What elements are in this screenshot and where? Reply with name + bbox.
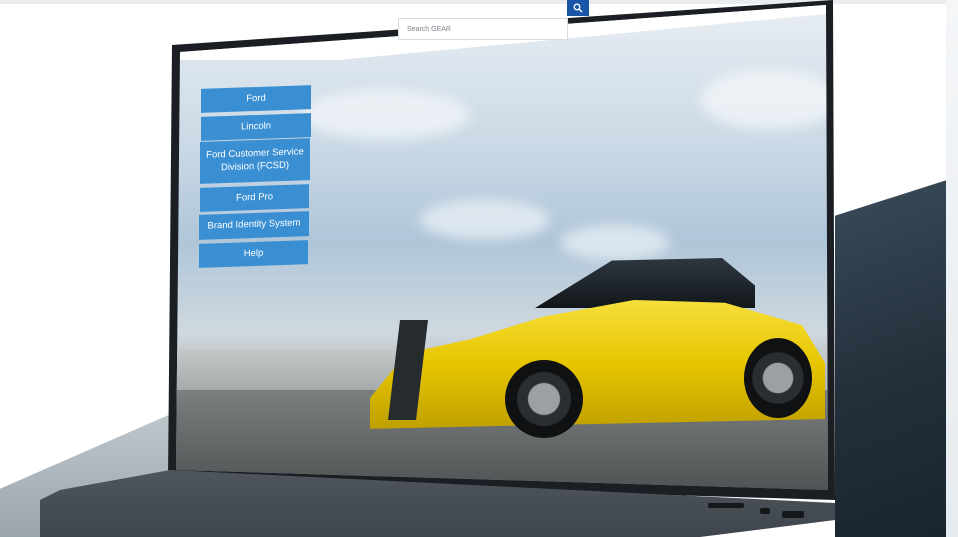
- search-input[interactable]: Search GEAR: [398, 18, 568, 40]
- menu-button-lincoln[interactable]: Lincoln: [201, 113, 311, 141]
- cloud: [560, 225, 670, 260]
- cloud: [700, 70, 828, 130]
- menu-button-fcsd[interactable]: Ford Customer Service Division (FCSD): [200, 138, 310, 184]
- magnifier-icon: [573, 3, 583, 13]
- page: Search GEAR Ford Lincoln Ford Customer S…: [0, 0, 958, 537]
- front-wheel: [505, 360, 583, 438]
- menu-button-ford[interactable]: Ford: [201, 85, 311, 113]
- laptop-port: [782, 511, 804, 518]
- menu-button-ford-pro[interactable]: Ford Pro: [200, 184, 309, 212]
- search-button[interactable]: [567, 0, 589, 16]
- laptop-port: [760, 508, 770, 514]
- background-desk-right: [835, 180, 947, 537]
- right-edge-strip: [946, 0, 958, 537]
- cloud: [300, 90, 470, 140]
- menu-button-brand-identity-system[interactable]: Brand Identity System: [199, 211, 309, 240]
- cloud: [420, 200, 550, 240]
- laptop-port: [708, 503, 744, 508]
- rear-wheel: [744, 338, 812, 418]
- menu-button-help[interactable]: Help: [199, 240, 308, 268]
